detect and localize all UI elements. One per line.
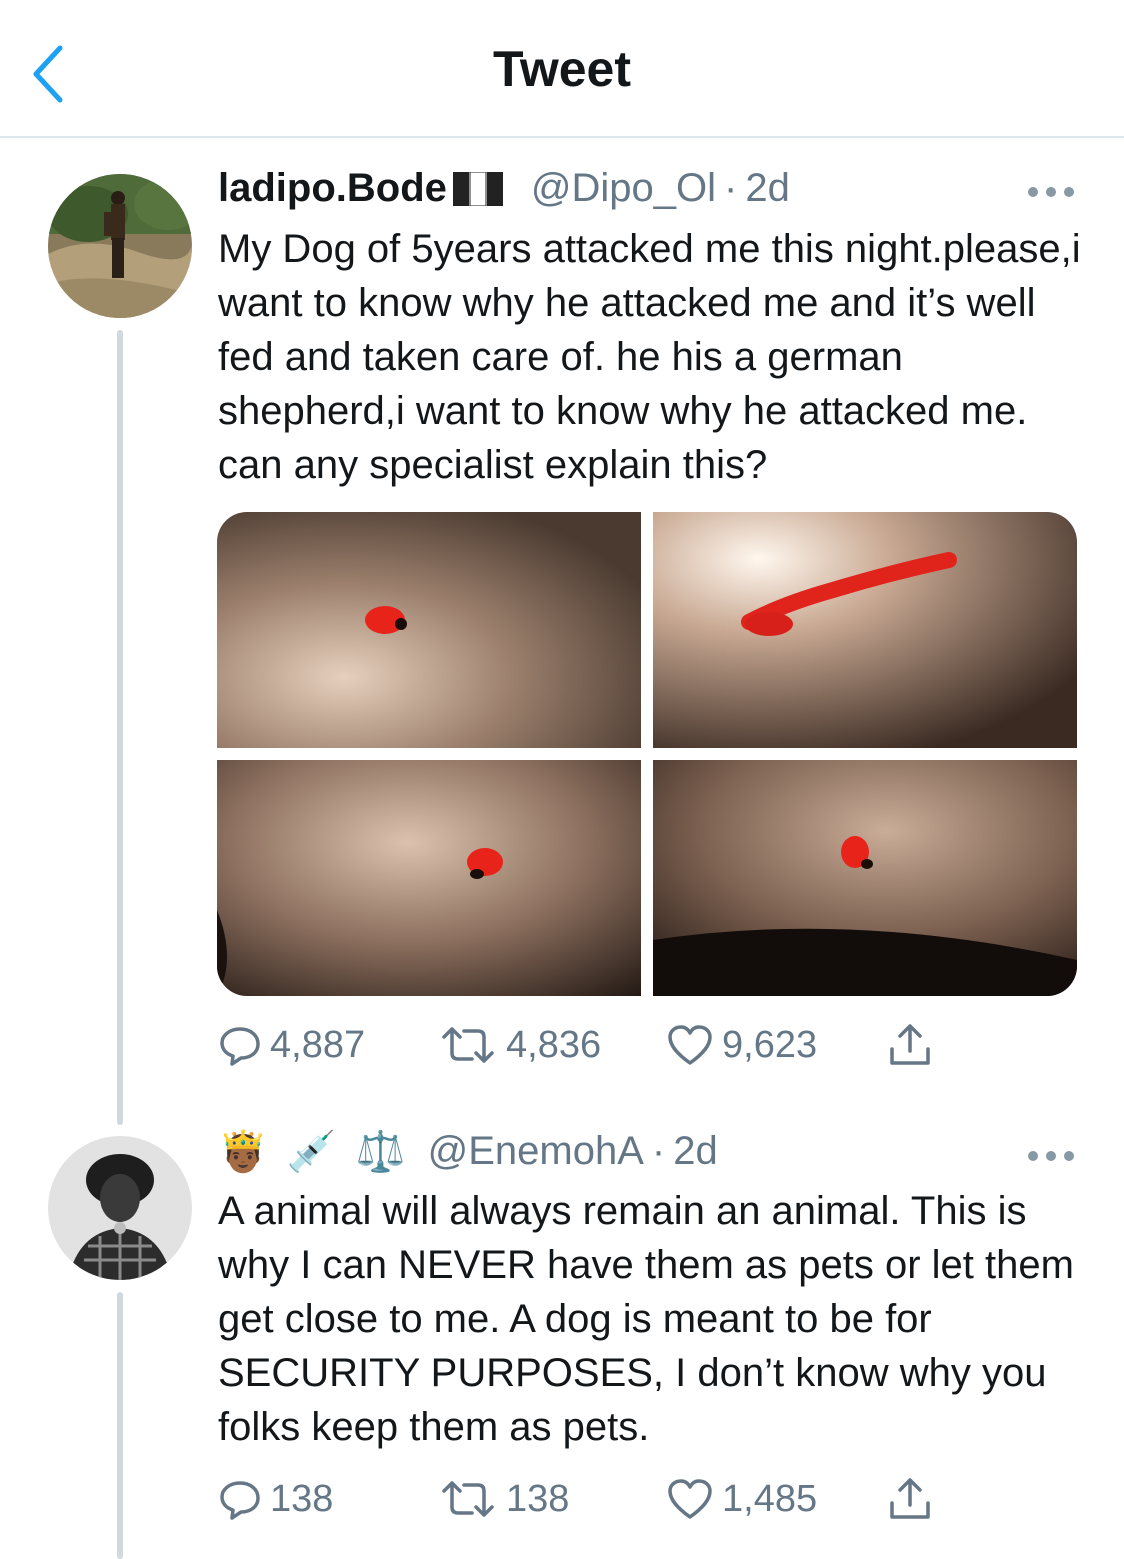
like-count: 1,485 <box>722 1477 818 1520</box>
retweet-count: 138 <box>506 1477 570 1520</box>
tweet-header: 🤴🏾 💉 ⚖️ @EnemohA · 2d <box>218 1128 718 1175</box>
share-icon <box>890 1024 930 1065</box>
tweet-text: My Dog of 5years attacked me this night.… <box>218 227 1081 487</box>
thread-connector <box>117 1292 123 1559</box>
thread-connector <box>117 330 123 1125</box>
media-photo-3[interactable] <box>217 760 641 996</box>
user-handle[interactable]: @EnemohA <box>428 1129 644 1174</box>
tweet-header: ladipo.Bode @Dipo_Ol · 2d <box>218 166 790 211</box>
reply-icon <box>220 1481 260 1520</box>
tweet-actions: 138 138 1,485 <box>218 1474 978 1524</box>
reply-icon <box>220 1027 260 1066</box>
heart-icon <box>668 1025 712 1065</box>
reply-count: 138 <box>270 1477 334 1520</box>
separator-dot: · <box>651 1129 666 1173</box>
more-options-button[interactable] <box>1028 182 1074 202</box>
retweet-icon <box>442 1481 494 1517</box>
retweet-count: 4,836 <box>506 1023 602 1066</box>
media-photo-2[interactable] <box>653 512 1077 748</box>
user-handle[interactable]: @Dipo_Ol <box>531 166 716 211</box>
reply-button[interactable]: 138 <box>218 1474 333 1524</box>
avatar-photo <box>48 174 192 318</box>
nigeria-flag-icon <box>452 171 503 206</box>
retweet-icon <box>442 1027 494 1063</box>
more-dot <box>1064 1151 1074 1161</box>
share-button[interactable] <box>886 1474 934 1524</box>
retweet-button[interactable]: 4,836 <box>438 1020 601 1070</box>
share-icon <box>890 1478 930 1519</box>
page-title: Tweet <box>493 41 631 97</box>
reply-button[interactable]: 4,887 <box>218 1020 365 1070</box>
more-options-button[interactable] <box>1028 1146 1074 1166</box>
tweet-text: A animal will always remain an animal. T… <box>218 1189 1074 1449</box>
retweet-button[interactable]: 138 <box>438 1474 569 1524</box>
display-name[interactable]: 🤴🏾 💉 ⚖️ <box>218 1128 410 1175</box>
media-photo-1[interactable] <box>217 512 641 748</box>
like-count: 9,623 <box>722 1023 818 1066</box>
more-dot <box>1046 187 1056 197</box>
timestamp[interactable]: 2d <box>673 1129 718 1174</box>
avatar-photo <box>48 1136 192 1280</box>
media-grid[interactable] <box>217 512 1077 996</box>
media-photo-4[interactable] <box>653 760 1077 996</box>
like-button[interactable]: 1,485 <box>666 1474 817 1524</box>
separator-dot: · <box>724 166 738 210</box>
heart-icon <box>668 1479 712 1519</box>
avatar[interactable] <box>48 174 192 318</box>
reply-count: 4,887 <box>270 1023 366 1066</box>
more-dot <box>1064 187 1074 197</box>
more-dot <box>1046 1151 1056 1161</box>
display-name[interactable]: ladipo.Bode <box>218 166 447 211</box>
more-dots-icon <box>1028 187 1038 197</box>
tweet-actions: 4,887 4,836 9,623 <box>218 1020 978 1070</box>
share-button[interactable] <box>886 1020 934 1070</box>
avatar[interactable] <box>48 1136 192 1280</box>
like-button[interactable]: 9,623 <box>666 1020 817 1070</box>
timestamp[interactable]: 2d <box>745 166 790 211</box>
more-dots-icon <box>1028 1151 1038 1161</box>
top-bar: Tweet <box>0 0 1124 138</box>
